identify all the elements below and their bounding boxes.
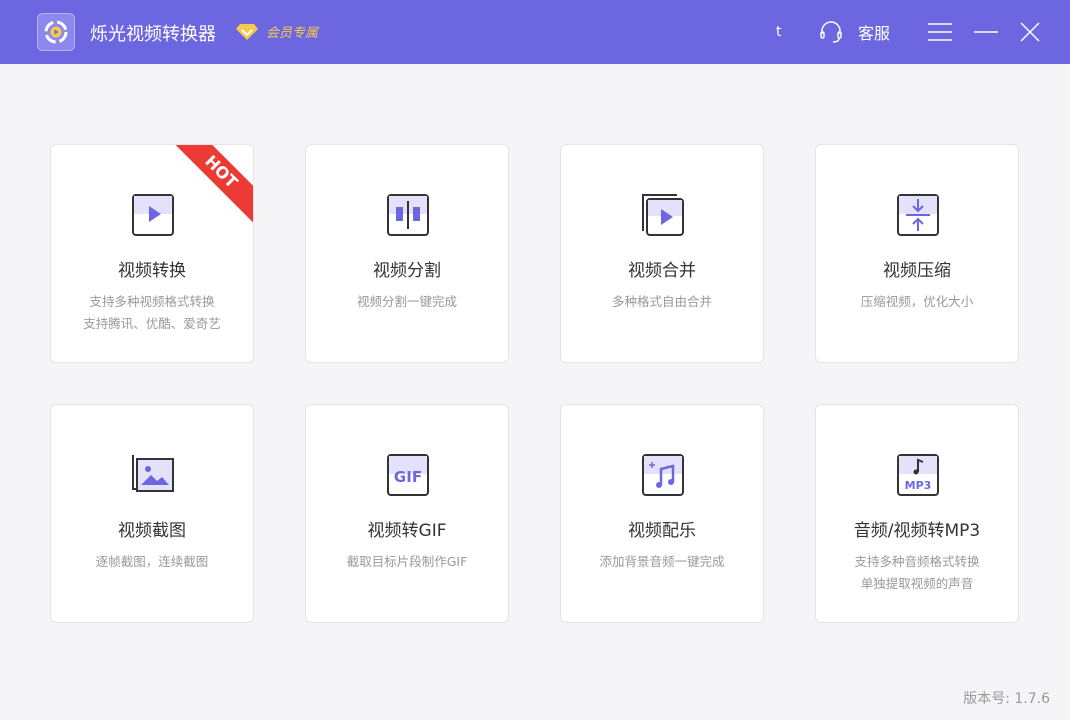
description-line: 添加背景音频一键完成 xyxy=(599,554,725,569)
description-line: 多种格式自由合并 xyxy=(611,294,712,309)
crop-image-icon xyxy=(132,455,174,492)
card-description: 视频分割一键完成 xyxy=(306,291,508,313)
menu-icon xyxy=(928,23,952,41)
diamond-icon xyxy=(236,23,258,40)
gif-icon: GIF xyxy=(387,454,429,496)
card-title: 视频配乐 xyxy=(628,521,696,541)
close-button[interactable] xyxy=(1020,0,1040,64)
card-video-screenshot[interactable]: 视频截图逐帧截图，连续截图 xyxy=(50,404,254,623)
card-video-compress[interactable]: 视频压缩压缩视频，优化大小 xyxy=(815,144,1019,363)
card-title: 视频合并 xyxy=(628,261,696,281)
description-line: 压缩视频，优化大小 xyxy=(860,294,974,309)
card-title: 视频转换 xyxy=(118,261,186,281)
card-title: 视频转GIF xyxy=(367,521,447,541)
card-video-music[interactable]: 视频配乐添加背景音频一键完成 xyxy=(560,404,764,623)
description-line: 单独提取视频的声音 xyxy=(860,576,974,591)
card-title: 视频压缩 xyxy=(883,261,951,281)
card-description: 添加背景音频一键完成 xyxy=(561,551,763,573)
icon-text: GIF xyxy=(394,468,422,486)
description-line: 逐帧截图，连续截图 xyxy=(95,554,209,569)
close-icon xyxy=(1020,22,1040,42)
user-name[interactable]: t xyxy=(776,0,782,64)
description-line: 视频分割一键完成 xyxy=(356,294,457,309)
menu-button[interactable] xyxy=(927,0,953,64)
hot-badge: HOT xyxy=(169,145,253,224)
card-description: 支持多种音频格式转换 单独提取视频的声音 xyxy=(816,551,1018,595)
music-add-icon xyxy=(642,454,684,496)
title-bar: 烁光视频转换器 会员专属 t 客服 xyxy=(0,0,1070,64)
card-video-convert[interactable]: 视频转换支持多种视频格式转换 支持腾讯、优酷、爱奇艺 HOT xyxy=(50,144,254,363)
card-video-to-gif[interactable]: GIF 视频转GIF 截取目标片段制作GIF xyxy=(305,404,509,623)
service-label: 客服 xyxy=(858,24,891,43)
merge-icon xyxy=(642,194,684,236)
headset-icon xyxy=(820,21,842,43)
card-audio-to-mp3[interactable]: MP3 音频/视频转MP3 支持多种音频格式转换 单独提取视频的声音 xyxy=(815,404,1019,623)
card-description: 逐帧截图，连续截图 xyxy=(51,551,253,573)
minimize-icon xyxy=(974,31,998,33)
card-description: 支持多种视频格式转换 支持腾讯、优酷、爱奇艺 xyxy=(51,291,253,335)
description-line: 截取目标片段制作GIF xyxy=(346,554,468,569)
description-line: 支持多种音频格式转换 xyxy=(854,554,980,569)
icon-text: MP3 xyxy=(905,479,932,492)
vip-badge[interactable]: 会员专属 xyxy=(236,22,318,41)
card-title: 音频/视频转MP3 xyxy=(853,521,981,541)
mp3-icon: MP3 xyxy=(897,454,939,496)
card-title: 视频分割 xyxy=(373,261,441,281)
card-description: 多种格式自由合并 xyxy=(561,291,763,313)
app-logo xyxy=(37,13,75,51)
version-label: 版本号: 1.7.6 xyxy=(963,691,1050,707)
video-play-icon xyxy=(132,194,174,236)
card-title: 视频截图 xyxy=(118,521,186,541)
split-icon xyxy=(387,194,429,236)
card-description: 截取目标片段制作GIF xyxy=(306,551,508,573)
card-video-merge[interactable]: 视频合并多种格式自由合并 xyxy=(560,144,764,363)
app-title: 烁光视频转换器 xyxy=(90,24,216,45)
card-video-split[interactable]: 视频分割视频分割一键完成 xyxy=(305,144,509,363)
minimize-button[interactable] xyxy=(973,0,999,64)
compress-icon xyxy=(897,194,939,236)
vip-label: 会员专属 xyxy=(266,26,319,41)
customer-service-button[interactable]: 客服 xyxy=(818,0,890,64)
card-description: 压缩视频，优化大小 xyxy=(816,291,1018,313)
description-line: 支持腾讯、优酷、爱奇艺 xyxy=(83,316,221,331)
description-line: 支持多种视频格式转换 xyxy=(89,294,215,309)
